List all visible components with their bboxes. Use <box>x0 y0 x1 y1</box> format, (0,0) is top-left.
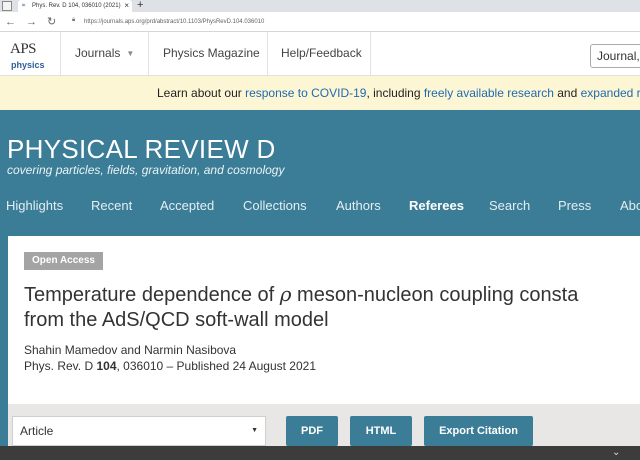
journal-nav-authors[interactable]: Authors <box>336 198 381 213</box>
article-title: Temperature dependence of ρ meson-nucleo… <box>24 282 640 333</box>
citation-journal: Phys. Rev. D <box>24 359 97 373</box>
chevron-down-icon: ▼ <box>251 427 258 434</box>
chevron-down-icon[interactable]: ⌄ <box>612 447 620 459</box>
citation-rest: , 036010 – Published 24 August 2021 <box>116 359 317 373</box>
header-divider <box>370 32 371 76</box>
browser-tab[interactable]: ≈ Phys. Rev. D 104, 036010 (2021) × <box>18 0 132 12</box>
site-header: APS physics Journals ▼ Physics Magazine H… <box>0 32 640 76</box>
browser-tab-bar: ≈ Phys. Rev. D 104, 036010 (2021) × + <box>0 0 640 12</box>
title-rho-symbol: ρ <box>279 282 292 306</box>
tab-title: Phys. Rev. D 104, 036010 (2021) <box>32 3 121 9</box>
article-view-select[interactable]: Article ▼ <box>12 416 266 446</box>
journal-title[interactable]: PHYSICAL REVIEW D <box>7 134 276 165</box>
notice-prefix: Learn about our <box>157 86 246 100</box>
expanded-link[interactable]: expanded re <box>581 86 640 100</box>
journal-search-input[interactable]: Journal, vol <box>590 44 640 68</box>
header-divider <box>267 32 268 76</box>
journal-banner: PHYSICAL REVIEW D covering particles, fi… <box>0 110 640 236</box>
browser-address-bar: ← → ↻ 🔒︎ https://journals.aps.org/prd/ab… <box>0 12 640 32</box>
header-divider <box>60 32 61 76</box>
journal-nav-highlights[interactable]: Highlights <box>6 198 63 213</box>
title-part2: meson-nucleon coupling consta <box>291 284 579 306</box>
header-divider <box>148 32 149 76</box>
title-line2: from the AdS/QCD soft-wall model <box>24 309 329 331</box>
url-field[interactable]: https://journals.aps.org/prd/abstract/10… <box>84 16 264 28</box>
article-authors[interactable]: Shahin Mamedov and Narmin Nasibova <box>24 343 236 357</box>
nav-journals[interactable]: Journals ▼ <box>75 46 134 60</box>
aps-logo[interactable]: APS physics <box>8 41 48 71</box>
aps-favicon-icon: ≈ <box>22 3 26 9</box>
journal-nav-referees[interactable]: Referees <box>409 198 464 213</box>
bottom-bar: ⌄ <box>0 446 640 460</box>
reload-icon[interactable]: ↻ <box>47 15 56 29</box>
covid-notice-banner: Learn about our response to COVID-19, in… <box>0 76 640 110</box>
html-button[interactable]: HTML <box>350 416 412 446</box>
window-menu-icon[interactable] <box>2 1 12 11</box>
chevron-down-icon: ▼ <box>126 49 135 58</box>
notice-middle: , including <box>366 86 424 100</box>
pdf-button[interactable]: PDF <box>286 416 338 446</box>
free-research-link[interactable]: freely available research <box>424 86 554 100</box>
journal-nav-accepted[interactable]: Accepted <box>160 198 214 213</box>
nav-help-feedback[interactable]: Help/Feedback <box>281 46 362 60</box>
select-value: Article <box>20 424 54 438</box>
open-access-badge: Open Access <box>24 252 103 270</box>
notice-and: and <box>553 86 581 100</box>
logo-physics-text: physics <box>11 60 45 70</box>
nav-journals-label: Journals <box>75 46 121 60</box>
citation-volume: 104 <box>96 359 117 373</box>
export-citation-button[interactable]: Export Citation <box>424 416 533 446</box>
page-gutter <box>0 236 8 460</box>
logo-aps-text: APS <box>10 41 37 57</box>
lock-icon: 🔒︎ <box>72 17 76 23</box>
forward-icon[interactable]: → <box>26 15 37 29</box>
covid-response-link[interactable]: response to COVID-19 <box>245 86 366 100</box>
journal-nav-collections[interactable]: Collections <box>243 198 307 213</box>
journal-nav-search[interactable]: Search <box>489 198 530 213</box>
journal-nav-recent[interactable]: Recent <box>91 198 132 213</box>
journal-nav-press[interactable]: Press <box>558 198 591 213</box>
nav-physics-magazine[interactable]: Physics Magazine <box>163 46 260 60</box>
back-icon[interactable]: ← <box>5 15 16 29</box>
article-citation: Phys. Rev. D 104, 036010 – Published 24 … <box>24 359 316 373</box>
tab-close-icon[interactable]: × <box>124 0 129 12</box>
journal-nav-about[interactable]: Abo <box>620 198 640 213</box>
journal-subtitle: covering particles, fields, gravitation,… <box>7 163 285 177</box>
new-tab-icon[interactable]: + <box>137 0 143 11</box>
title-part1: Temperature dependence of <box>24 284 280 306</box>
